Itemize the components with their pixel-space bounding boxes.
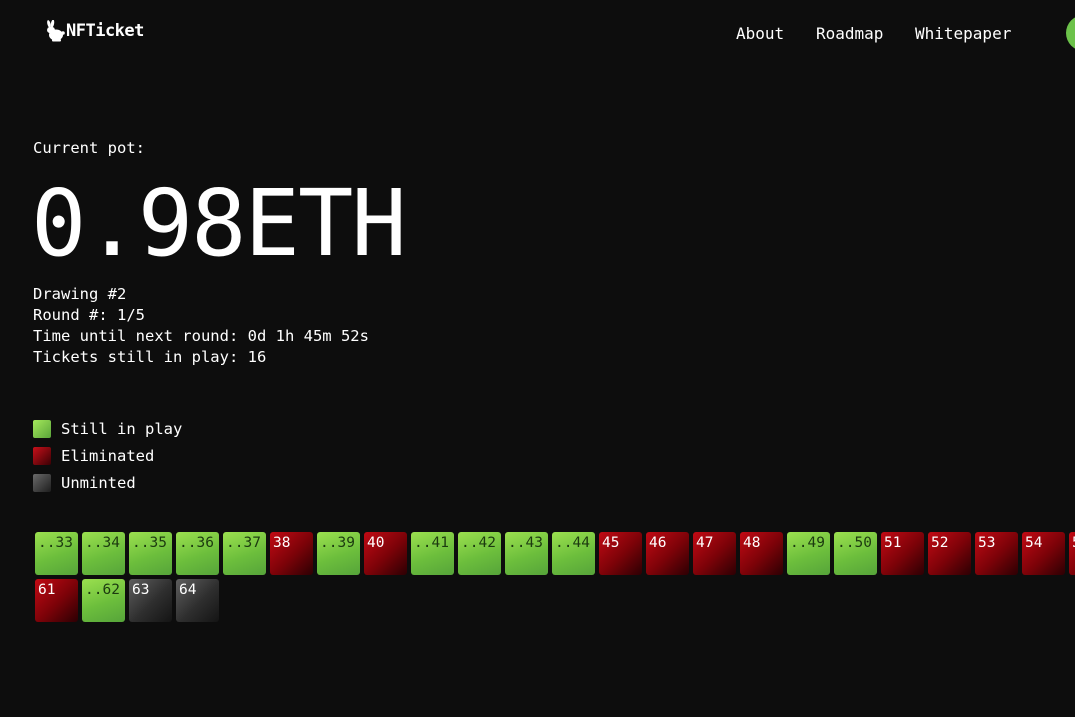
round-countdown: Time until next round: 0d 1h 45m 52s — [33, 327, 369, 345]
legend-label: Still in play — [61, 419, 183, 438]
pot-value: 0.98ETH — [31, 170, 407, 277]
round-number: Round #: 1/5 — [33, 306, 145, 324]
ticket-tile[interactable]: 47 — [693, 532, 736, 575]
connect-wallet-button[interactable] — [1066, 15, 1075, 51]
ticket-tile[interactable]: 53 — [975, 532, 1018, 575]
ticket-tile[interactable]: 61 — [35, 579, 78, 622]
tickets-in-play: Tickets still in play: 16 — [33, 348, 267, 366]
ticket-tile[interactable]: ..43 — [505, 532, 548, 575]
eliminated-swatch — [33, 446, 51, 465]
legend-item-eliminated: Eliminated — [33, 442, 182, 469]
ticket-tile[interactable]: ..49 — [787, 532, 830, 575]
ticket-tile[interactable]: ..37 — [223, 532, 266, 575]
ticket-tile[interactable]: ..33 — [35, 532, 78, 575]
legend: Still in play Eliminated Unminted — [33, 415, 182, 496]
rabbit-icon — [47, 20, 65, 42]
top-navbar: NFTicket About Roadmap Whitepaper — [0, 0, 1075, 66]
legend-item-unminted: Unminted — [33, 469, 182, 496]
nav-whitepaper-link[interactable]: Whitepaper — [915, 24, 1011, 43]
unminted-swatch — [33, 473, 51, 492]
ticket-tile[interactable]: ..44 — [552, 532, 595, 575]
nav-about-link[interactable]: About — [736, 24, 784, 43]
drawing-info: Drawing #2 Round #: 1/5 Time until next … — [33, 284, 369, 368]
ticket-tile[interactable]: 63 — [129, 579, 172, 622]
logo-text: NFTicket — [66, 21, 144, 41]
ticket-tile[interactable]: ..42 — [458, 532, 501, 575]
ticket-tile[interactable]: 40 — [364, 532, 407, 575]
ticket-tile[interactable]: ..41 — [411, 532, 454, 575]
nav-roadmap-link[interactable]: Roadmap — [816, 24, 883, 43]
ticket-tile[interactable]: 48 — [740, 532, 783, 575]
ticket-tile[interactable]: ..62 — [82, 579, 125, 622]
ticket-tile[interactable]: 51 — [881, 532, 924, 575]
ticket-tile[interactable]: 38 — [270, 532, 313, 575]
drawing-number: Drawing #2 — [33, 285, 127, 303]
in-play-swatch — [33, 419, 51, 438]
ticket-tile[interactable]: 46 — [646, 532, 689, 575]
ticket-grid: ..33 ..34 ..35 ..36 ..37 38 ..39 40 ..41 ..42 ..43… — [35, 532, 1075, 624]
ticket-tile[interactable]: 5 — [1069, 532, 1075, 575]
ticket-tile[interactable]: 52 — [928, 532, 971, 575]
ticket-tile[interactable]: 45 — [599, 532, 642, 575]
legend-item-in-play: Still in play — [33, 415, 182, 442]
ticket-tile[interactable]: ..34 — [82, 532, 125, 575]
logo[interactable]: NFTicket — [43, 20, 144, 42]
ticket-tile[interactable]: 64 — [176, 579, 219, 622]
ticket-tile[interactable]: ..35 — [129, 532, 172, 575]
ticket-tile[interactable]: 54 — [1022, 532, 1065, 575]
legend-label: Eliminated — [61, 446, 155, 465]
ticket-tile[interactable]: ..39 — [317, 532, 360, 575]
legend-label: Unminted — [61, 473, 136, 492]
ticket-tile[interactable]: ..36 — [176, 532, 219, 575]
pot-label: Current pot: — [33, 139, 145, 157]
ticket-tile[interactable]: ..50 — [834, 532, 877, 575]
